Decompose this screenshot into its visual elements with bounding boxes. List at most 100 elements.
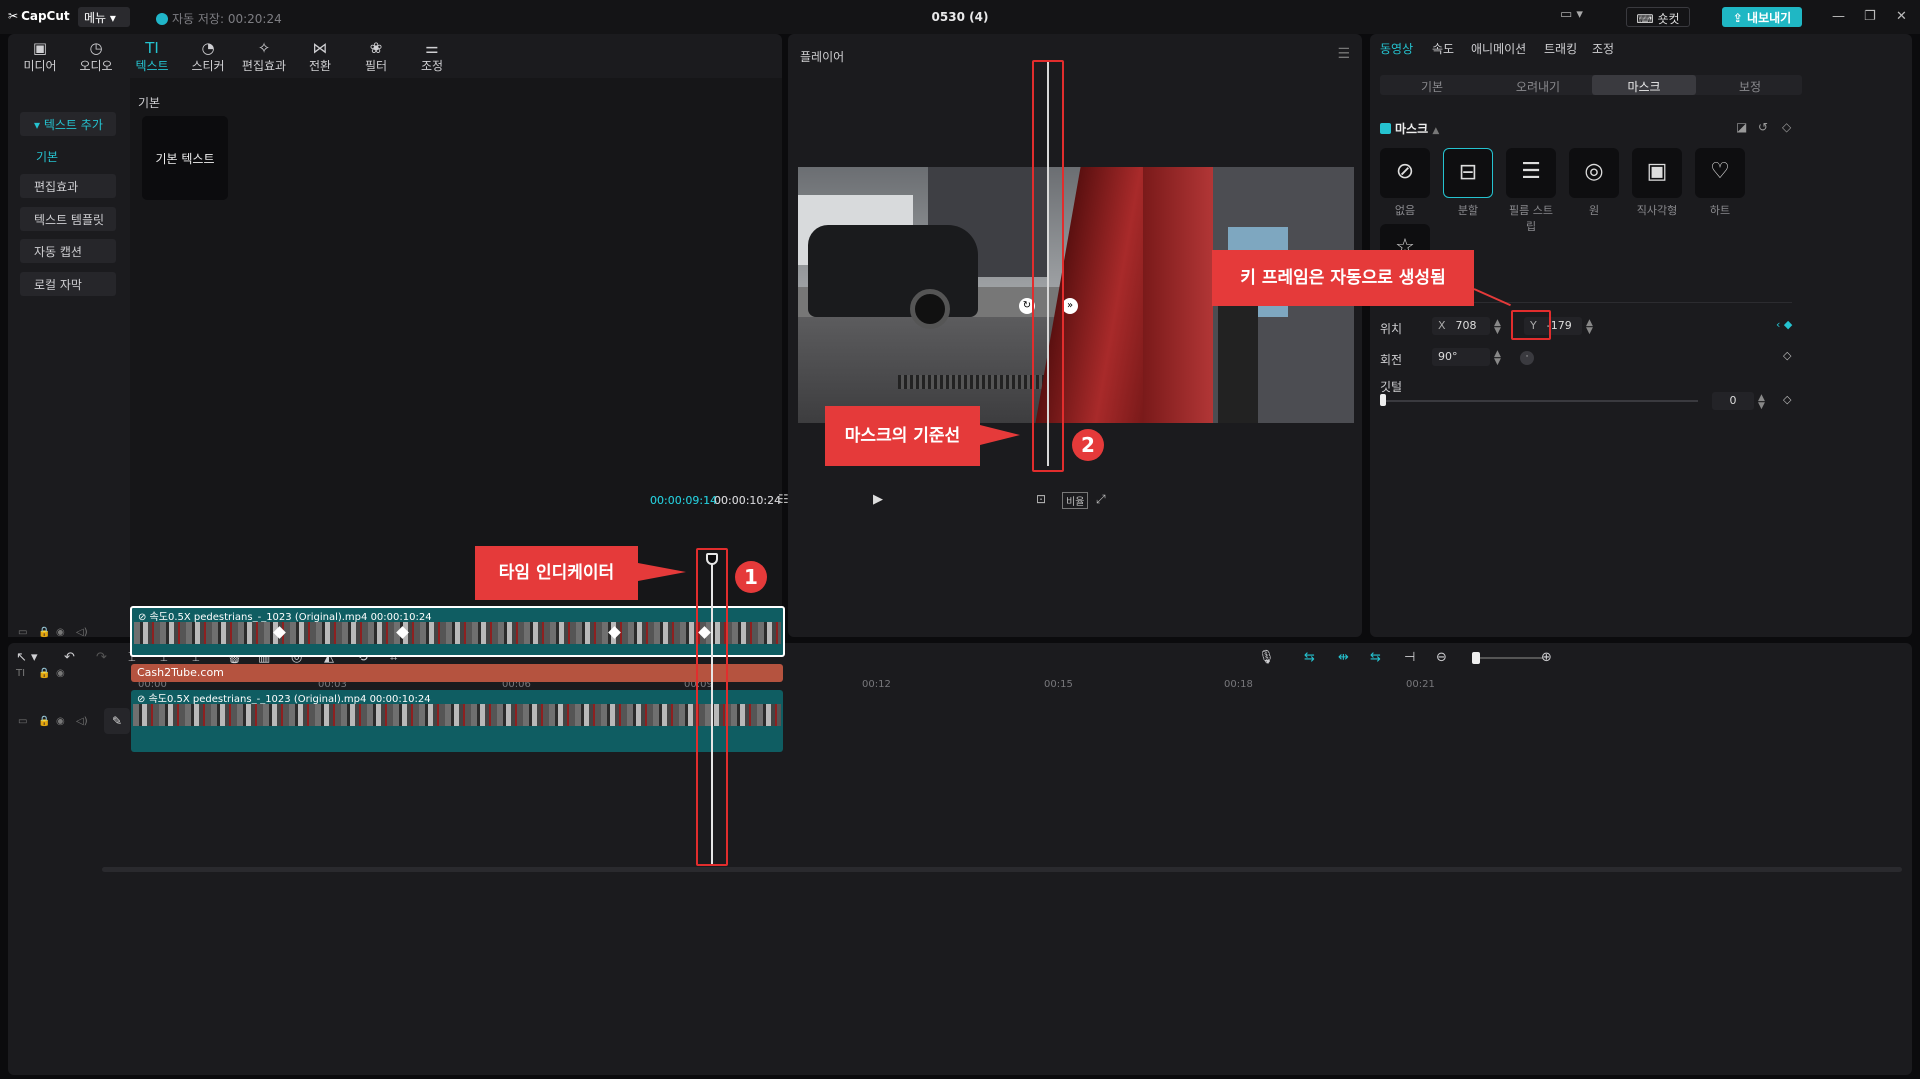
mask-toggle[interactable]: 마스크 ▲ bbox=[1380, 120, 1439, 137]
mask-shape-film-strip[interactable]: ☰ bbox=[1506, 148, 1556, 198]
export-button[interactable]: ⇪ 내보내기 bbox=[1722, 7, 1802, 27]
edit-cover-icon[interactable]: ✎ bbox=[104, 708, 130, 734]
scene-hydrant bbox=[1218, 287, 1258, 423]
tool-effects[interactable]: ✧ 편집효과 bbox=[236, 34, 292, 78]
tool-text[interactable]: TI 텍스트 bbox=[124, 34, 180, 78]
snap-icon[interactable]: ⇹ bbox=[1338, 650, 1349, 665]
eye-icon[interactable]: ◉ bbox=[56, 716, 65, 727]
callout-mask-baseline: 마스크의 기준선 bbox=[825, 406, 980, 466]
check-icon bbox=[156, 13, 168, 25]
lock-icon[interactable]: 🔒 bbox=[38, 668, 50, 679]
video-track-icon: ▭ bbox=[18, 716, 28, 727]
restore-icon[interactable]: ❐ bbox=[1864, 9, 1876, 24]
reset-icon[interactable]: ↺ bbox=[1758, 120, 1768, 134]
play-button[interactable]: ▶ bbox=[873, 492, 883, 507]
annotation-badge-2: 2 bbox=[1072, 429, 1104, 461]
text-clip[interactable]: Cash2Tube.com bbox=[131, 664, 783, 682]
fit-screen-icon[interactable]: ⊡ bbox=[1036, 492, 1046, 506]
keyframe-diamond-icon[interactable]: ◇ bbox=[1782, 120, 1791, 134]
audio-mute-icon[interactable]: ◁) bbox=[76, 627, 88, 638]
subtab-mask[interactable]: 마스크 bbox=[1592, 75, 1696, 95]
tab-adjust[interactable]: 조정 bbox=[1592, 40, 1614, 57]
menu-button[interactable]: 메뉴 ▾ bbox=[78, 7, 130, 27]
microphone-icon[interactable]: 🎙 bbox=[1258, 650, 1275, 665]
tool-transition[interactable]: ⋈ 전환 bbox=[292, 34, 348, 78]
stepper-icon[interactable]: ▲ ▼ bbox=[1758, 394, 1765, 411]
video-clip-overlay[interactable]: ⊘ 속도0.5X pedestrians_-_1023 (Original).m… bbox=[130, 606, 785, 657]
stepper-icon[interactable]: ▲ ▼ bbox=[1586, 319, 1593, 336]
undo-icon[interactable]: ↶ bbox=[64, 650, 75, 665]
hamburger-icon[interactable]: ☰ bbox=[1337, 46, 1350, 62]
sidebar-item-templates[interactable]: 텍스트 템플릿 bbox=[20, 207, 116, 231]
close-icon[interactable]: ✕ bbox=[1896, 9, 1907, 24]
shape-label: 없음 bbox=[1394, 204, 1416, 217]
keyframe-diamond-icon[interactable]: ◇ bbox=[1783, 393, 1791, 406]
timecode-grid-icon[interactable]: ☷ bbox=[778, 492, 789, 506]
zoom-in-icon[interactable]: ⊕ bbox=[1541, 650, 1552, 665]
tool-media[interactable]: ▣ 미디어 bbox=[12, 34, 68, 78]
sidebar-item-local-subtitle[interactable]: 로컬 자막 bbox=[20, 272, 116, 296]
keyframe-active-icon[interactable]: ‹ ◆ bbox=[1776, 318, 1792, 331]
select-icon[interactable]: ↖ ▾ bbox=[16, 650, 38, 665]
link-main-icon[interactable]: ⇆ bbox=[1304, 650, 1315, 665]
sidebar-item-add-text[interactable]: ▾ 텍스트 추가 bbox=[20, 112, 116, 136]
film-strip-icon: ☰ bbox=[1521, 159, 1541, 184]
sidebar-item-effects[interactable]: 편집효과 bbox=[20, 174, 116, 198]
position-x-field[interactable]: X 708 bbox=[1432, 317, 1490, 335]
preview-axis-icon[interactable]: ⊣ bbox=[1404, 650, 1415, 665]
lock-icon[interactable]: 🔒 bbox=[38, 627, 50, 638]
invert-icon[interactable]: ◪ bbox=[1736, 120, 1747, 134]
zoom-slider-knob[interactable] bbox=[1472, 652, 1480, 664]
capcut-logo: ✂ CapCut bbox=[8, 9, 70, 23]
feather-slider-knob[interactable] bbox=[1380, 394, 1386, 406]
mask-shape-heart[interactable]: ♡ bbox=[1695, 148, 1745, 198]
link-audio-icon[interactable]: ⇆ bbox=[1370, 650, 1381, 665]
mask-shape-circle[interactable]: ◎ bbox=[1569, 148, 1619, 198]
tool-sticker[interactable]: ◔ 스티커 bbox=[180, 34, 236, 78]
callout-keyframe-auto: 키 프레임은 자동으로 생성됨 bbox=[1212, 250, 1474, 306]
feather-field[interactable]: 0 bbox=[1712, 392, 1754, 410]
eye-icon[interactable]: ◉ bbox=[56, 668, 65, 679]
eye-icon[interactable]: ◉ bbox=[56, 627, 65, 638]
subtab-correction[interactable]: 보정 bbox=[1698, 75, 1802, 95]
checkbox-icon bbox=[1380, 123, 1391, 134]
tool-audio[interactable]: ◷ 오디오 bbox=[68, 34, 124, 78]
audio-mute-icon[interactable]: ◁) bbox=[76, 716, 88, 727]
shortcut-button[interactable]: ⌨ 숏컷 bbox=[1626, 7, 1690, 27]
mask-shape-none[interactable]: ⊘ bbox=[1380, 148, 1430, 198]
default-text-card[interactable]: 기본 텍스트 bbox=[142, 116, 228, 200]
sidebar-item-basic[interactable]: 기본 bbox=[36, 148, 58, 165]
tab-speed[interactable]: 속도 bbox=[1432, 40, 1454, 57]
stepper-icon[interactable]: ▲ ▼ bbox=[1494, 350, 1501, 367]
mask-shape-rectangle[interactable]: ▣ bbox=[1632, 148, 1682, 198]
subtab-basic[interactable]: 기본 bbox=[1380, 75, 1484, 95]
zoom-out-icon[interactable]: ⊖ bbox=[1436, 650, 1447, 665]
tab-video[interactable]: 동영상 bbox=[1380, 40, 1413, 57]
feather-handle-icon[interactable]: » bbox=[1062, 298, 1078, 314]
sidebar-item-auto-caption[interactable]: 자동 캡션 bbox=[20, 239, 116, 263]
timeline-scrollbar[interactable] bbox=[102, 867, 1902, 872]
tool-filter[interactable]: ❀ 필터 bbox=[348, 34, 404, 78]
ratio-button[interactable]: 비율 bbox=[1062, 492, 1089, 509]
layout-icon[interactable]: ▭ ▾ bbox=[1560, 7, 1594, 27]
video-track-icon: ▭ bbox=[18, 627, 28, 638]
fullscreen-icon[interactable]: ⤢ bbox=[1096, 492, 1106, 507]
lock-icon[interactable]: 🔒 bbox=[38, 716, 50, 727]
player-panel: 플레이어 ☰ 00:00:09:14 00:00:10:24 bbox=[650, 34, 1362, 637]
subtab-cutout[interactable]: 오려내기 bbox=[1486, 75, 1590, 95]
current-time-display: 00:00:09:14 bbox=[650, 494, 718, 507]
mask-shape-split[interactable]: ⊟ bbox=[1443, 148, 1493, 198]
rotation-dial[interactable]: · bbox=[1520, 351, 1534, 365]
feather-slider[interactable] bbox=[1382, 400, 1698, 402]
annotation-box-playhead bbox=[696, 548, 728, 866]
redo-icon[interactable]: ↷ bbox=[96, 650, 107, 665]
tab-tracking[interactable]: 트래킹 bbox=[1544, 40, 1577, 57]
stepper-icon[interactable]: ▲ ▼ bbox=[1494, 319, 1501, 336]
rotation-field[interactable]: 90° bbox=[1432, 348, 1490, 366]
tool-adjust[interactable]: ⚌ 조정 bbox=[404, 34, 460, 78]
zoom-slider[interactable] bbox=[1473, 657, 1543, 659]
tab-animation[interactable]: 애니메이션 bbox=[1471, 40, 1526, 57]
video-clip-main[interactable]: ⊘ 속도0.5X pedestrians_-_1023 (Original).m… bbox=[131, 690, 783, 752]
minimize-icon[interactable]: — bbox=[1832, 9, 1845, 24]
keyframe-diamond-icon[interactable]: ◇ bbox=[1783, 349, 1791, 362]
